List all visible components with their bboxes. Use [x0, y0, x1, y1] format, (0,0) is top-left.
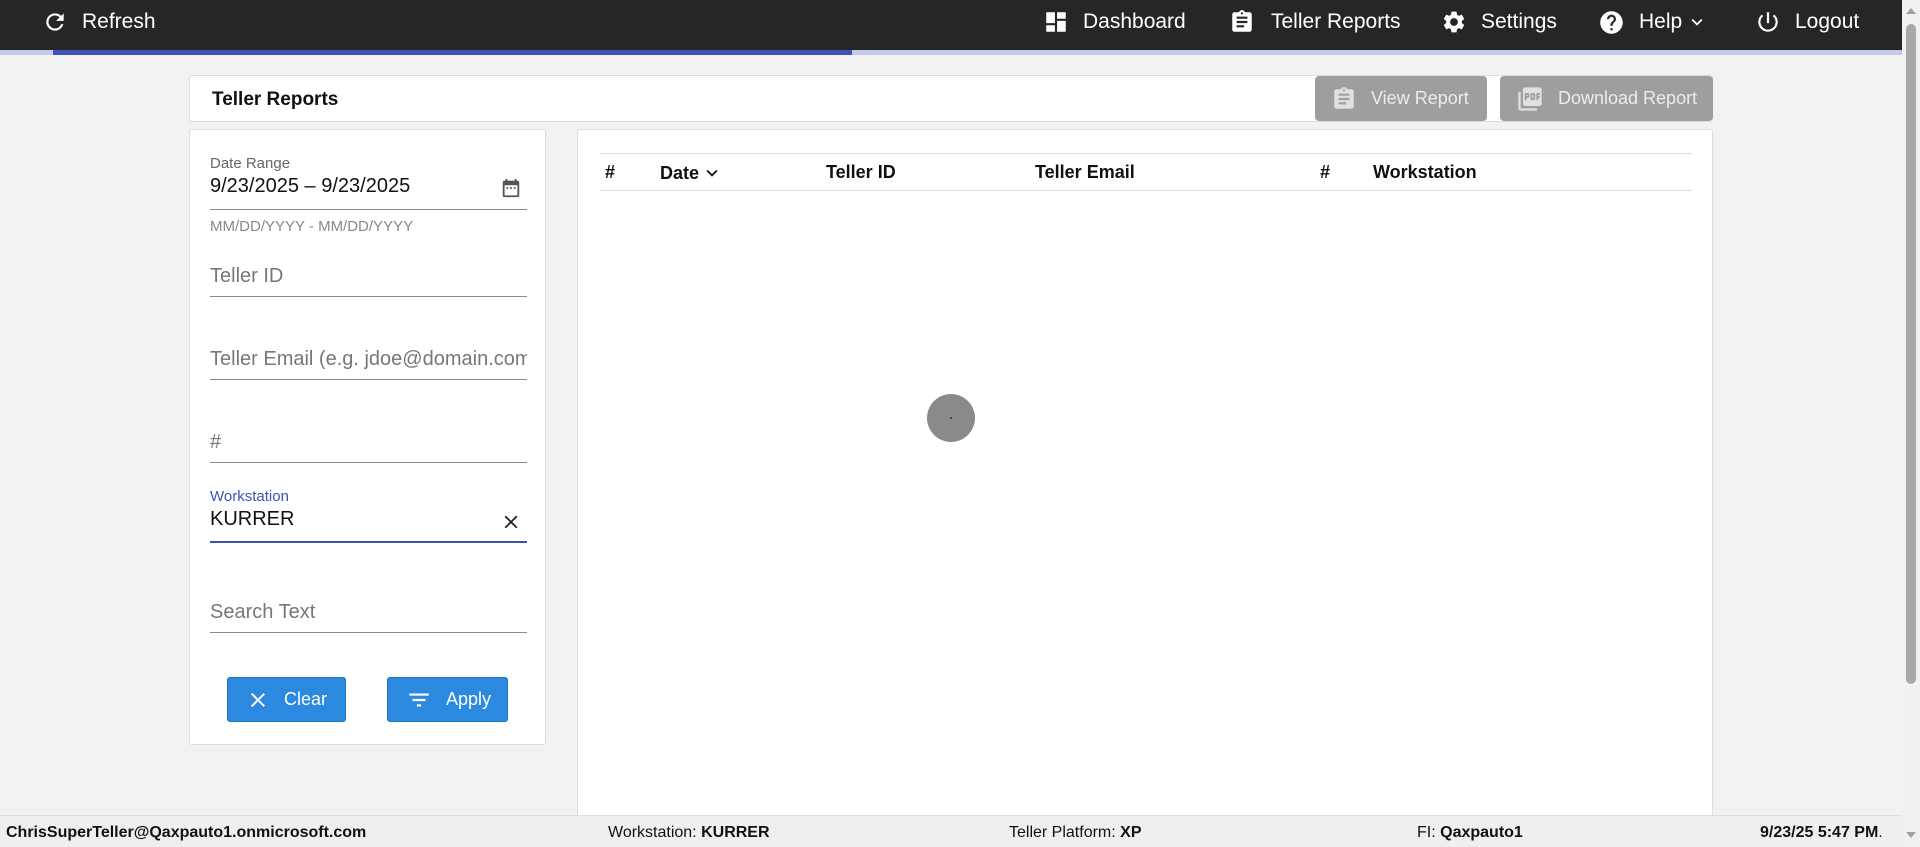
view-report-button[interactable]: View Report: [1315, 76, 1487, 121]
date-range-underline: [210, 209, 527, 210]
calendar-icon[interactable]: [500, 177, 522, 199]
footer-platform-label: Teller Platform:: [1009, 824, 1116, 841]
search-text-placeholder: Search Text: [210, 601, 316, 623]
footer-fi-value: Qaxpauto1: [1440, 824, 1523, 841]
footer-user-email: ChrisSuperTeller@Qaxpauto1.onmicrosoft.c…: [6, 824, 367, 841]
date-range-hint: MM/DD/YYYY - MM/DD/YYYY: [210, 218, 414, 235]
results-table-header: # Date Teller ID Teller Email # Workstat…: [600, 153, 1692, 191]
close-icon[interactable]: [500, 511, 522, 533]
date-range-field[interactable]: Date Range 9/23/2025 – 9/23/2025 MM/DD/Y…: [210, 155, 527, 235]
column-header-teller-email[interactable]: Teller Email: [1035, 162, 1135, 183]
footer-platform-value: XP: [1120, 824, 1142, 841]
page-title: Teller Reports: [212, 89, 339, 110]
column-header-workstation[interactable]: Workstation: [1373, 162, 1477, 183]
search-text-field[interactable]: Search Text: [210, 594, 527, 636]
sort-chevron-icon: [706, 169, 718, 177]
footer-workstation-value: KURRER: [701, 824, 770, 841]
footer-datetime-suffix: .: [1878, 824, 1883, 841]
filter-icon: [409, 693, 429, 706]
teller-id-placeholder: Teller ID: [210, 265, 284, 287]
date-range-value[interactable]: 9/23/2025 – 9/23/2025: [210, 175, 410, 198]
download-report-button[interactable]: Download Report: [1500, 76, 1713, 121]
nav-help[interactable]: Help: [1598, 0, 1708, 44]
nav-help-label: Help: [1639, 10, 1683, 33]
apply-label: Apply: [446, 689, 492, 709]
scroll-thumb[interactable]: [1906, 24, 1916, 684]
search-text-underline: [210, 632, 527, 633]
workstation-value[interactable]: KURRER: [210, 508, 294, 531]
number-field[interactable]: #: [210, 424, 527, 466]
clipboard-icon: [1334, 86, 1354, 109]
apply-button[interactable]: Apply: [387, 677, 508, 722]
refresh-button[interactable]: Refresh: [42, 0, 156, 44]
workstation-field[interactable]: Workstation KURRER: [210, 488, 527, 543]
filter-panel: Date Range 9/23/2025 – 9/23/2025 MM/DD/Y…: [189, 129, 546, 745]
scroll-up-arrow[interactable]: [1906, 8, 1916, 14]
gear-icon: [1443, 11, 1465, 33]
teller-email-field[interactable]: Teller Email (e.g. jdoe@domain.com): [210, 341, 527, 383]
footer-workstation: Workstation: KURRER: [608, 824, 770, 842]
refresh-icon: [46, 13, 64, 31]
top-nav-bar: Refresh Dashboard Teller Reports Setting…: [0, 0, 1902, 50]
nav-settings-label: Settings: [1481, 10, 1557, 33]
number-placeholder: #: [210, 431, 222, 453]
loading-spinner: [927, 394, 975, 442]
status-footer: ChrisSuperTeller@Qaxpauto1.onmicrosoft.c…: [0, 815, 1902, 847]
nav-settings[interactable]: Settings: [1441, 0, 1557, 44]
teller-email-placeholder: Teller Email (e.g. jdoe@domain.com): [210, 348, 527, 370]
column-header-date-label: Date: [660, 162, 700, 183]
column-header-number[interactable]: #: [605, 162, 615, 183]
nav-dashboard[interactable]: Dashboard: [1043, 0, 1186, 44]
footer-datetime-value: 9/23/25 5:47 PM: [1760, 824, 1879, 841]
footer-fi: FI: Qaxpauto1: [1417, 824, 1523, 842]
column-header-teller-id[interactable]: Teller ID: [826, 162, 896, 183]
footer-user: ChrisSuperTeller@Qaxpauto1.onmicrosoft.c…: [6, 824, 366, 842]
loading-progress-fill: [53, 50, 852, 55]
teller-id-field[interactable]: Teller ID: [210, 258, 527, 300]
column-header-date[interactable]: Date: [660, 162, 723, 184]
nav-teller-reports[interactable]: Teller Reports: [1229, 0, 1401, 44]
footer-datetime: 9/23/25 5:47 PM.: [1760, 824, 1883, 842]
teller-id-underline: [210, 296, 527, 297]
download-report-label: Download Report: [1558, 88, 1698, 108]
page-scrollbar[interactable]: [1902, 0, 1920, 847]
clear-button[interactable]: Clear: [227, 677, 346, 722]
footer-workstation-label: Workstation:: [608, 824, 697, 841]
chevron-down-icon: [1691, 18, 1703, 26]
clipboard-icon: [1232, 10, 1252, 32]
power-icon: [1758, 12, 1778, 32]
number-underline: [210, 462, 527, 463]
close-icon: [251, 692, 265, 707]
pdf-icon: [1518, 86, 1542, 111]
scroll-down-arrow[interactable]: [1906, 832, 1916, 838]
nav-logout-label: Logout: [1795, 10, 1860, 33]
loading-progress-bar: [0, 50, 1902, 55]
view-report-label: View Report: [1371, 88, 1469, 108]
refresh-label: Refresh: [82, 10, 156, 33]
column-header-count[interactable]: #: [1320, 162, 1330, 183]
teller-email-underline: [210, 379, 527, 380]
workstation-underline: [210, 541, 527, 543]
dashboard-icon: [1046, 12, 1066, 32]
date-range-label: Date Range: [210, 155, 291, 172]
workstation-label: Workstation: [210, 488, 289, 505]
nav-teller-reports-label: Teller Reports: [1271, 10, 1401, 33]
footer-fi-label: FI:: [1417, 824, 1436, 841]
nav-dashboard-label: Dashboard: [1083, 10, 1186, 33]
nav-logout[interactable]: Logout: [1755, 0, 1859, 44]
results-panel: # Date Teller ID Teller Email # Workstat…: [577, 129, 1713, 819]
footer-platform: Teller Platform: XP: [1009, 824, 1142, 842]
help-icon: [1600, 10, 1623, 34]
clear-label: Clear: [284, 689, 328, 709]
